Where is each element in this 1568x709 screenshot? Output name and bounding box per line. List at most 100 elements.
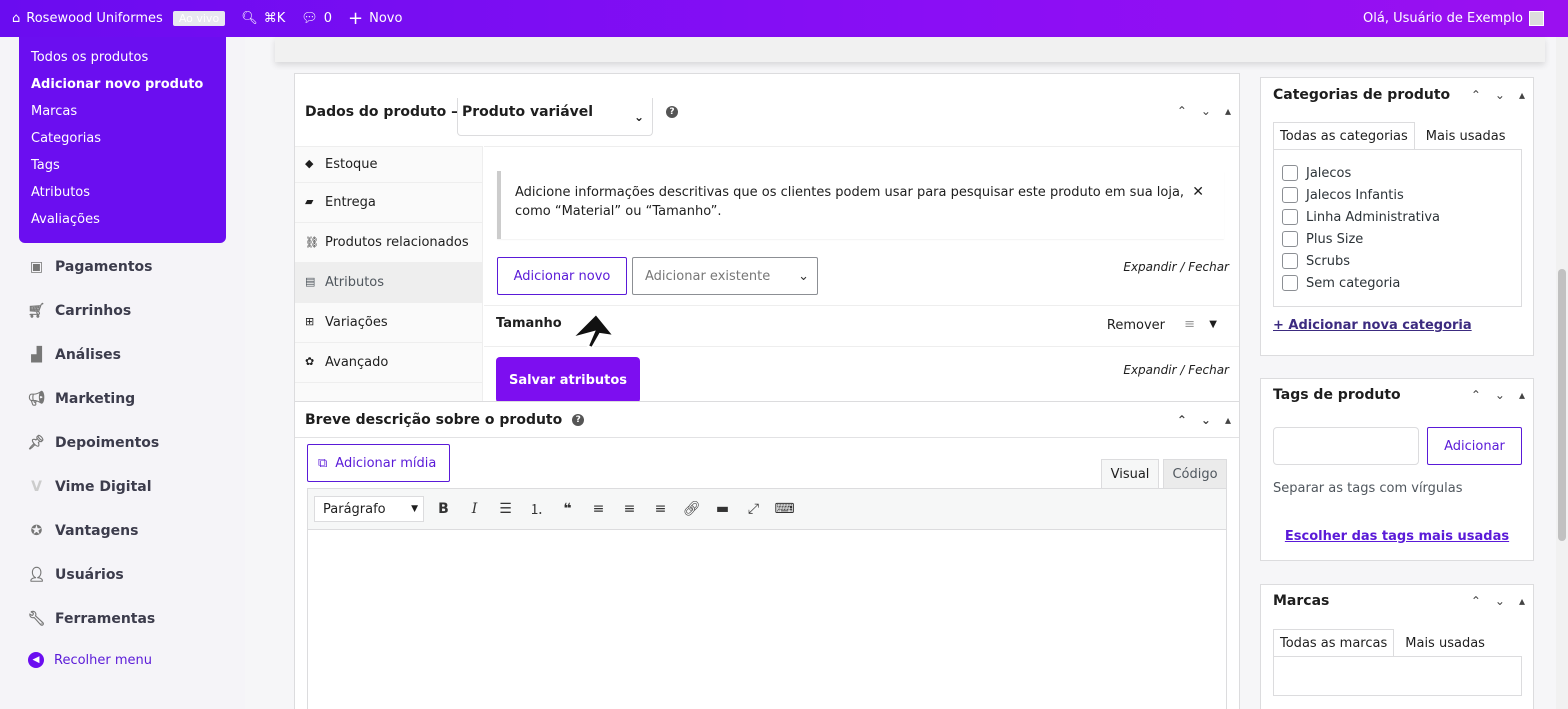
tab-attributes[interactable]: ▤ Atributos xyxy=(295,263,482,303)
scrollbar-thumb[interactable] xyxy=(1558,269,1566,541)
move-down-icon[interactable]: ⌄ xyxy=(1201,104,1211,118)
category-item[interactable]: Linha Administrativa xyxy=(1282,206,1513,228)
tab-most-used-categories[interactable]: Mais usadas xyxy=(1418,122,1513,150)
tab-advanced[interactable]: ✿ Avançado xyxy=(295,343,482,383)
sidebar-item-testimonials[interactable]: 📌︎ Depoimentos xyxy=(28,434,160,451)
category-checkbox[interactable] xyxy=(1282,165,1298,181)
collapse-menu-button[interactable]: ◀ Recolher menu xyxy=(28,652,152,668)
site-home-link[interactable]: ⌂ Rosewood Uniformes Ao vivo xyxy=(0,0,233,37)
category-item[interactable]: Scrubs xyxy=(1282,250,1513,272)
expand-link[interactable]: Expandir xyxy=(1123,363,1176,377)
tab-shipping[interactable]: ▰ Entrega xyxy=(295,183,482,223)
submenu-all-products[interactable]: Todos os produtos xyxy=(19,49,226,76)
move-up-icon[interactable]: ⌃ xyxy=(1177,104,1187,118)
submenu-add-new-product[interactable]: Adicionar novo produto xyxy=(19,76,226,103)
help-icon[interactable]: ? xyxy=(666,106,678,118)
toggle-panel-icon[interactable]: ▴ xyxy=(1225,104,1231,118)
tab-code[interactable]: Código xyxy=(1163,459,1227,489)
toggle-panel-icon[interactable]: ▴ xyxy=(1519,388,1525,402)
comments-link[interactable]: 💬︎ 0 xyxy=(293,0,340,37)
bold-icon[interactable]: B xyxy=(428,494,459,524)
remove-attribute-link[interactable]: Remover xyxy=(1107,318,1165,333)
category-checkbox[interactable] xyxy=(1282,275,1298,291)
submenu-tags[interactable]: Tags xyxy=(19,157,226,184)
tab-variations[interactable]: ⊞ Variações xyxy=(295,303,482,343)
submenu-categories[interactable]: Categorias xyxy=(19,130,226,157)
category-item[interactable]: Sem categoria xyxy=(1282,272,1513,294)
tab-visual[interactable]: Visual xyxy=(1101,459,1159,489)
drag-handle-icon[interactable]: ≡ xyxy=(1184,317,1195,332)
sidebar-item-marketing[interactable]: 📢︎ Marketing xyxy=(28,390,136,407)
align-center-icon[interactable]: ≡ xyxy=(614,494,645,524)
align-left-icon[interactable]: ≡ xyxy=(583,494,614,524)
add-new-category-link[interactable]: + Adicionar nova categoria xyxy=(1273,318,1472,333)
move-up-icon[interactable]: ⌃ xyxy=(1471,88,1481,102)
close-icon[interactable]: ✕ xyxy=(1192,183,1204,202)
toggle-panel-icon[interactable]: ▴ xyxy=(1519,88,1525,102)
align-right-icon[interactable]: ≡ xyxy=(645,494,676,524)
add-new-attribute-button[interactable]: Adicionar novo xyxy=(497,257,627,295)
tab-inventory[interactable]: ◆ Estoque xyxy=(295,147,482,183)
move-up-icon[interactable]: ⌃ xyxy=(1471,594,1481,608)
save-attributes-button[interactable]: Salvar atributos xyxy=(496,357,640,403)
bullet-list-icon[interactable]: ☰ xyxy=(490,494,521,524)
account-menu[interactable]: Olá, Usuário de Exemplo xyxy=(1363,0,1544,37)
sidebar-item-users[interactable]: 👤︎ Usuários xyxy=(28,566,124,583)
keyboard-icon[interactable]: ⌨ xyxy=(769,494,800,524)
link-icon[interactable]: 🔗︎ xyxy=(676,494,707,524)
move-down-icon[interactable]: ⌄ xyxy=(1495,388,1505,402)
move-up-icon[interactable]: ⌃ xyxy=(1177,413,1187,427)
expand-arrow-icon[interactable]: ▼ xyxy=(1209,319,1217,330)
category-checkbox[interactable] xyxy=(1282,209,1298,225)
format-select[interactable]: Parágrafo ▼ xyxy=(314,496,424,522)
sidebar-item-carts[interactable]: 🛒︎ Carrinhos xyxy=(28,302,132,319)
search-shortcut[interactable]: 🔍︎ ⌘K xyxy=(233,0,293,37)
move-down-icon[interactable]: ⌄ xyxy=(1495,88,1505,102)
category-item[interactable]: Jalecos xyxy=(1282,162,1513,184)
tab-all-categories[interactable]: Todas as categorias xyxy=(1273,122,1415,150)
new-content-link[interactable]: + Novo xyxy=(340,0,410,37)
move-up-icon[interactable]: ⌃ xyxy=(1471,388,1481,402)
toggle-panel-icon[interactable]: ▴ xyxy=(1519,594,1525,608)
close-link[interactable]: Fechar xyxy=(1188,260,1229,274)
help-icon[interactable]: ? xyxy=(572,413,585,426)
category-checklist: Jalecos Jalecos Infantis Linha Administr… xyxy=(1273,149,1522,307)
sidebar-item-payments[interactable]: ▣ Pagamentos xyxy=(28,258,153,275)
tab-linked-products[interactable]: ⛓ Produtos relacionados xyxy=(295,223,482,263)
expand-link[interactable]: Expandir xyxy=(1123,260,1176,274)
short-description-editor[interactable] xyxy=(307,529,1227,709)
sidebar-item-analytics[interactable]: ▟ Análises xyxy=(28,346,121,363)
sidebar-item-vime-digital[interactable]: V Vime Digital xyxy=(28,478,151,495)
add-tag-button[interactable]: Adicionar xyxy=(1427,427,1522,465)
close-link[interactable]: Fechar xyxy=(1188,363,1229,377)
submenu-brands[interactable]: Marcas xyxy=(19,103,226,130)
quote-icon[interactable]: ❝ xyxy=(552,494,583,524)
tab-most-used-brands[interactable]: Mais usadas xyxy=(1398,629,1492,657)
read-more-icon[interactable]: ▬ xyxy=(707,494,738,524)
italic-icon[interactable]: I xyxy=(459,494,490,524)
category-item[interactable]: Plus Size xyxy=(1282,228,1513,250)
product-type-select[interactable]: Produto variável ⌄ xyxy=(457,98,653,136)
fullscreen-icon[interactable]: ⤢ xyxy=(738,494,769,524)
brands-title: Marcas xyxy=(1273,593,1330,609)
sidebar-item-advantages[interactable]: ✪ Vantagens xyxy=(28,522,139,539)
add-media-button[interactable]: ⧉ Adicionar mídia xyxy=(307,444,450,482)
category-checkbox[interactable] xyxy=(1282,187,1298,203)
move-down-icon[interactable]: ⌄ xyxy=(1495,594,1505,608)
category-item[interactable]: Jalecos Infantis xyxy=(1282,184,1513,206)
numbered-list-icon[interactable]: ⒈ xyxy=(521,494,552,524)
move-down-icon[interactable]: ⌄ xyxy=(1201,413,1211,427)
chevron-down-icon: ⌄ xyxy=(633,110,644,124)
short-description-box: Breve descrição sobre o produto ? ⌃ ⌄ ▴ … xyxy=(294,401,1240,709)
sidebar-item-tools[interactable]: 🔧︎ Ferramentas xyxy=(28,610,156,627)
tab-all-brands[interactable]: Todas as marcas xyxy=(1273,629,1395,657)
tag-input[interactable] xyxy=(1273,427,1419,465)
page-scrollbar[interactable] xyxy=(1556,37,1568,709)
submenu-reviews[interactable]: Avaliações xyxy=(19,211,226,238)
category-checkbox[interactable] xyxy=(1282,253,1298,269)
toggle-panel-icon[interactable]: ▴ xyxy=(1225,413,1231,427)
category-checkbox[interactable] xyxy=(1282,231,1298,247)
add-existing-attribute-select[interactable]: Adicionar existente ⌄ xyxy=(632,257,818,295)
choose-popular-tags-link[interactable]: Escolher das tags mais usadas xyxy=(1261,529,1533,544)
submenu-attributes[interactable]: Atributos xyxy=(19,184,226,211)
